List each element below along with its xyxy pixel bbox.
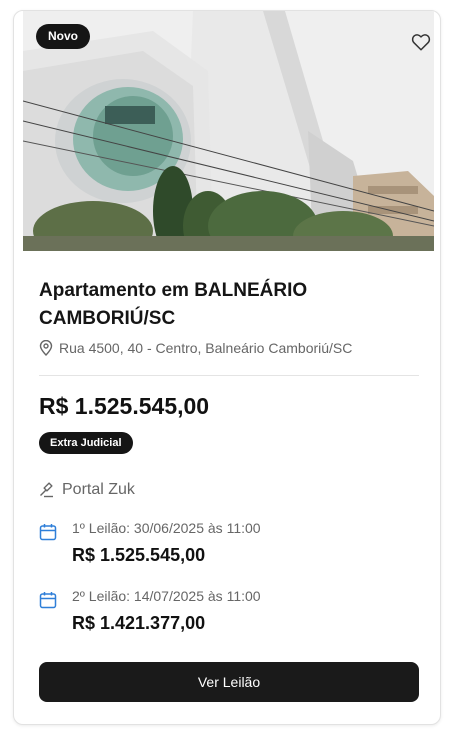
address-text: Rua 4500, 40 - Centro, Balneário Cambori… xyxy=(59,340,353,356)
auction-first: 1º Leilão: 30/06/2025 às 11:00 R$ 1.525.… xyxy=(39,519,261,566)
auction-date: 2º Leilão: 14/07/2025 às 11:00 xyxy=(72,588,261,604)
auction-second: 2º Leilão: 14/07/2025 às 11:00 R$ 1.421.… xyxy=(39,587,261,634)
calendar-icon xyxy=(39,587,59,634)
property-card[interactable]: Novo Apartamento em BALNEÁRIO CAMBORIÚ/S… xyxy=(13,10,441,725)
property-photo[interactable]: Novo xyxy=(23,11,434,251)
map-pin-icon xyxy=(39,340,53,356)
auction-value: R$ 1.421.377,00 xyxy=(72,613,206,633)
auctioneer-name: Portal Zuk xyxy=(62,481,135,498)
calendar-icon xyxy=(39,519,59,566)
auction-date: 1º Leilão: 30/06/2025 às 11:00 xyxy=(72,520,261,536)
property-title[interactable]: Apartamento em BALNEÁRIO CAMBORIÚ/SC xyxy=(39,277,419,333)
divider xyxy=(39,375,419,376)
auction-value: R$ 1.525.545,00 xyxy=(72,545,206,565)
view-auction-button[interactable]: Ver Leilão xyxy=(39,662,419,702)
sale-type-badge: Extra Judicial xyxy=(39,432,133,454)
property-address: Rua 4500, 40 - Centro, Balneário Cambori… xyxy=(39,340,352,356)
auctioneer: Portal Zuk xyxy=(39,481,135,499)
price: R$ 1.525.545,00 xyxy=(39,393,210,419)
heart-icon[interactable] xyxy=(410,31,432,53)
gavel-icon xyxy=(39,482,55,498)
new-badge: Novo xyxy=(36,24,90,49)
